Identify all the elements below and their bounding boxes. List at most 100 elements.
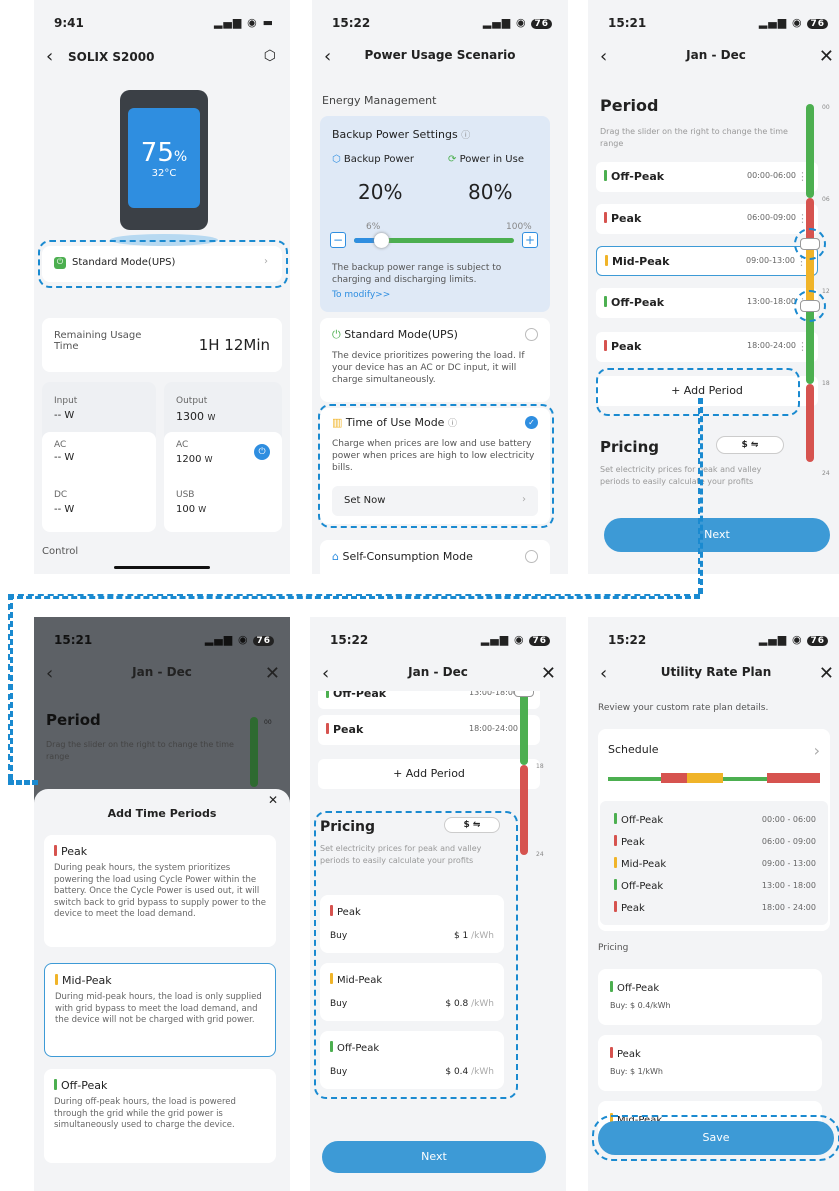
schedule-list: Off-Peak 00:00 - 06:00 Peak 06:00 - 09:0… [600, 801, 828, 925]
back-icon[interactable]: ‹ [324, 46, 331, 67]
tick-label: 24 [536, 851, 544, 858]
period-row-4[interactable]: Peak 18:00-24:00 ⋮ [596, 332, 818, 362]
period-time: 00:00-06:00 [747, 171, 796, 180]
currency-toggle[interactable]: $ ⇋ [716, 436, 784, 454]
close-icon[interactable]: ✕ [268, 793, 278, 807]
slider-handle[interactable] [374, 233, 389, 248]
period-title: Period [46, 711, 101, 729]
sheet-title: Add Time Periods [107, 807, 217, 820]
period-time: 06:00 - 09:00 [761, 837, 816, 846]
slider-max: 100% [506, 222, 532, 232]
back-icon[interactable]: ‹ [600, 663, 607, 684]
tick-label: 12 [822, 288, 830, 295]
option-off-peak[interactable]: Off-Peak During off-peak hours, the load… [44, 1069, 276, 1163]
battery-badge: 76 [807, 636, 828, 646]
option-title: Mid-Peak [62, 974, 112, 987]
remaining-card: Remaining Usage Time 1H 12Min [42, 318, 282, 372]
battery-temp: 32°C [151, 168, 177, 179]
device-title: SOLIX S2000 [68, 50, 155, 64]
highlight-mode [38, 240, 288, 288]
schedule-card[interactable]: Schedule › Off-Peak 00:00 - 06:00 Peak 0… [598, 729, 830, 931]
screen-add-time-periods: 15:21 ▂▄▆ ◉ 76 ‹ Jan - Dec ✕ Period Drag th… [34, 617, 290, 1191]
power-icon: ⟳ [448, 154, 457, 165]
period-row-peak[interactable]: Peak18:00-24:00⋮ [318, 715, 540, 745]
radio-self-consumption[interactable] [525, 550, 538, 563]
back-icon[interactable]: ‹ [46, 663, 53, 684]
mode-standard[interactable]: ⏻ Standard Mode(UPS) The device prioriti… [320, 318, 550, 402]
standard-mode-icon: ⏻ [332, 328, 341, 341]
radio-standard[interactable] [525, 328, 538, 341]
signal-icon: ▂▄▆ ◉ 76 [481, 633, 550, 646]
home-icon: ⌂ [332, 550, 339, 563]
output-value: 1300 [176, 410, 204, 423]
period-name: Peak [333, 723, 364, 736]
status-time: 9:41 [54, 16, 84, 30]
period-name: Off-Peak [621, 881, 664, 892]
settings-icon[interactable]: ⬡ [264, 48, 276, 64]
price-name: Off-Peak [617, 983, 660, 994]
section-title: Energy Management [322, 94, 437, 107]
next-button[interactable]: Next [604, 518, 830, 552]
status-time: 15:22 [332, 16, 371, 30]
mode1-desc: The device prioritizes powering the load… [332, 351, 525, 385]
back-icon[interactable]: ‹ [322, 663, 329, 684]
period-name: Peak [611, 212, 642, 225]
back-icon[interactable]: ‹ [600, 46, 607, 67]
plus-button[interactable]: + [522, 232, 538, 248]
modify-link[interactable]: To modify>> [332, 290, 390, 300]
control-label: Control [42, 546, 79, 557]
output-label: Output [176, 396, 208, 406]
mode1-title: Standard Mode(UPS) [344, 328, 458, 341]
remaining-value: 1H 12Min [198, 336, 270, 354]
status-time: 15:22 [330, 633, 369, 647]
period-name: Peak [621, 837, 645, 848]
highlight-time-of-use [318, 404, 554, 528]
backup-slider-track[interactable] [354, 233, 514, 248]
ac-power-toggle-icon[interactable]: ⏻ [254, 444, 270, 460]
info-icon[interactable]: ⓘ [461, 131, 470, 141]
battery-badge: 76 [529, 636, 550, 646]
screen-utility-rate-plan: 15:22 ▂▄▆ ◉ 76 ‹ Utility Rate Plan ✕ Review… [588, 617, 839, 1191]
signal-icon: ▂▄▆ ◉ 76 [205, 633, 274, 646]
minus-button[interactable]: − [330, 232, 346, 248]
next-button[interactable]: Next [322, 1141, 546, 1173]
signal-icon: ▂▄▆ ◉ ▬ [213, 16, 274, 29]
page-title: Jan - Dec [686, 48, 746, 62]
ac-output-value: 1200 [176, 454, 202, 465]
option-desc: During off-peak hours, the load is power… [54, 1097, 236, 1130]
option-mid-peak[interactable]: Mid-Peak During mid-peak hours, the load… [44, 963, 276, 1057]
period-row-3[interactable]: Off-Peak13:00-18:00⋮ [596, 288, 818, 318]
highlight-handle-1 [794, 228, 826, 260]
close-icon[interactable]: ✕ [541, 663, 556, 684]
period-time: 18:00 - 24:00 [761, 903, 816, 912]
schedule-item: Mid-Peak [614, 857, 666, 870]
period-row-2-selected[interactable]: Mid-Peak 09:00-13:00 ⋮ [596, 246, 818, 276]
highlight-pricing [314, 811, 518, 1099]
period-desc: Drag the slider on the right to change t… [46, 740, 234, 761]
period-time: 13:00-18:00 [747, 297, 796, 306]
close-icon[interactable]: ✕ [819, 663, 834, 684]
mode-self-consumption[interactable]: ⌂ Self-Consumption Mode [320, 540, 550, 574]
option-desc: During mid-peak hours, the load is only … [55, 992, 262, 1025]
period-row-1[interactable]: Peak 06:00-09:00 ⋮ [596, 204, 818, 234]
ac-output-unit: W [204, 455, 213, 464]
inuse-value: 80% [468, 180, 513, 204]
page-title: Utility Rate Plan [660, 665, 772, 679]
flow-connector [698, 398, 703, 594]
close-icon[interactable]: ✕ [265, 663, 280, 684]
period-name: Off-Peak [611, 296, 665, 309]
add-period-button[interactable]: + Add Period [318, 759, 540, 789]
period-row-0[interactable]: Off-Peak 00:00-06:00 ⋮ [596, 162, 818, 192]
battery-badge: 76 [531, 19, 552, 29]
option-peak[interactable]: Peak During peak hours, the system prior… [44, 835, 276, 947]
pricing-desc: Set electricity prices for peak and vall… [600, 465, 762, 486]
close-icon[interactable]: ✕ [819, 46, 834, 67]
backup-title: Backup Power Settings [332, 128, 458, 141]
period-title: Period [600, 96, 659, 115]
input-card: Input -- W AC -- W DC -- W [42, 382, 156, 532]
slider-min: 6% [366, 222, 381, 232]
page-title: Power Usage Scenario [364, 48, 516, 62]
price-buy: Buy: $ 1/kWh [610, 1067, 663, 1076]
period-name: Off-Peak [611, 170, 665, 183]
back-icon[interactable]: ‹ [46, 46, 53, 67]
